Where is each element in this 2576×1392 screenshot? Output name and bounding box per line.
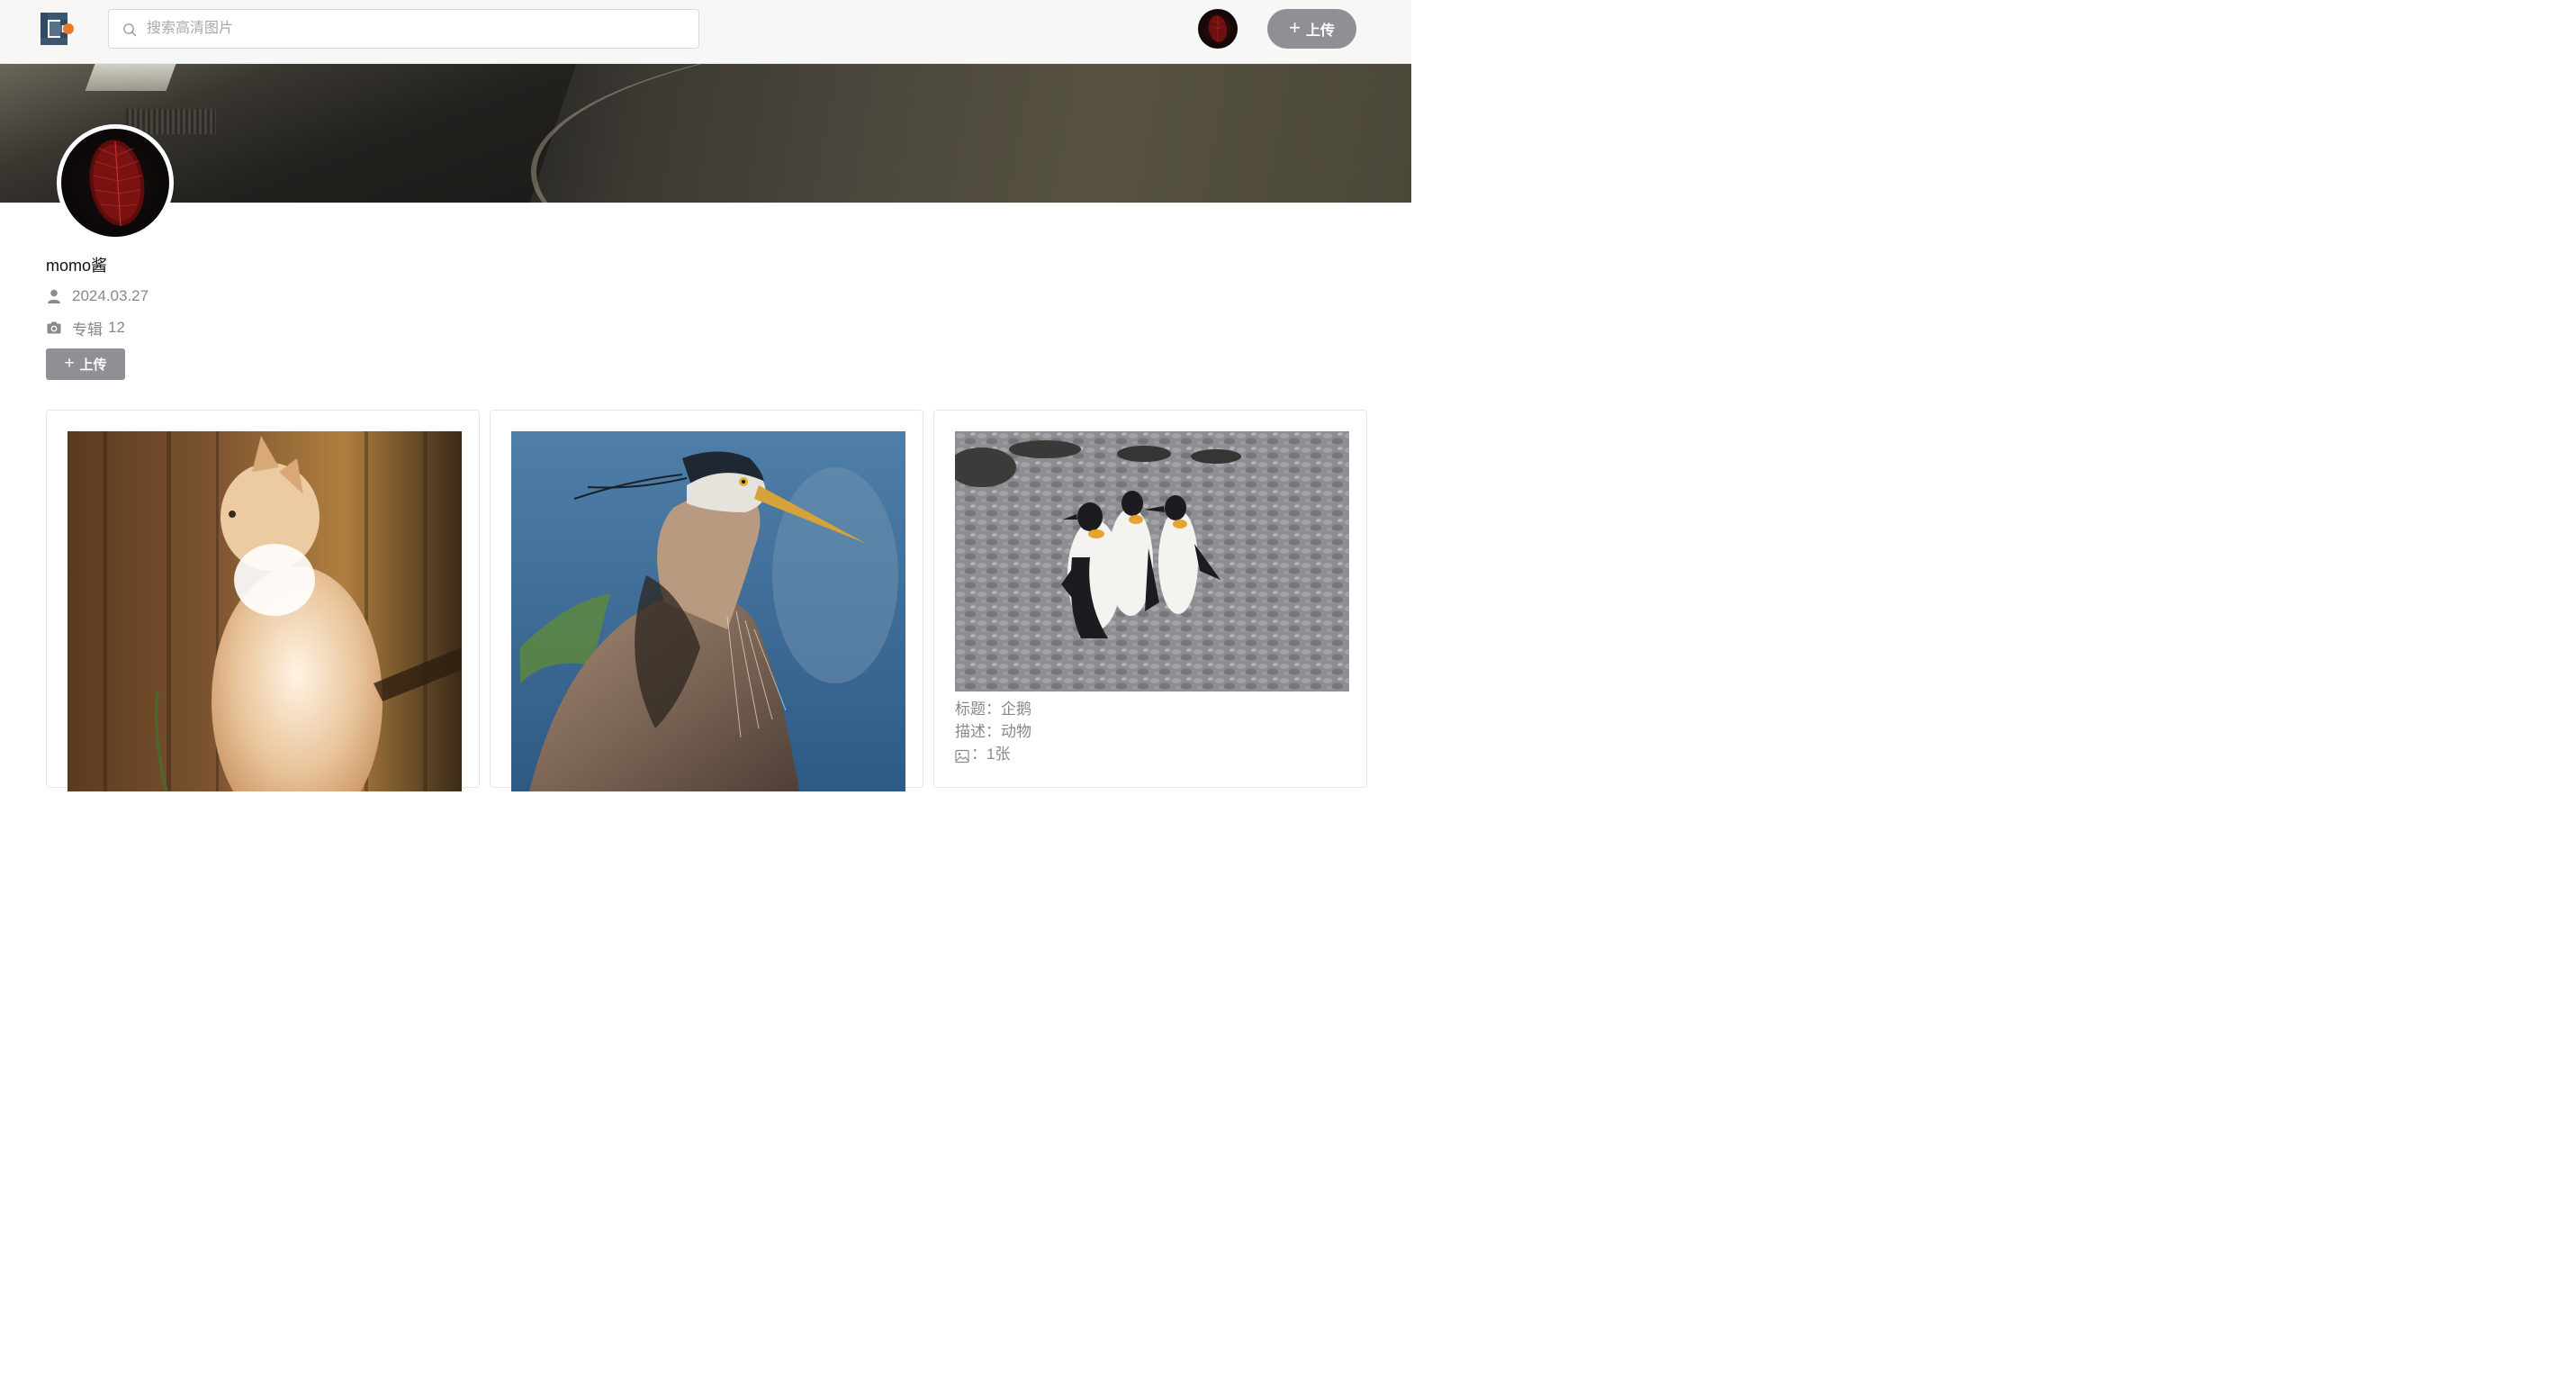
album-count-row: 专辑 12 [46, 317, 125, 339]
upload-button[interactable]: + 上传 [1267, 9, 1356, 49]
album-count-sep: ： [971, 746, 986, 763]
album-desc-label: 描述： [955, 723, 1001, 740]
banner-arch-shape [531, 64, 1411, 203]
album-card[interactable] [46, 410, 480, 791]
album-photo-count: 1张 [986, 746, 1011, 763]
album-title-label: 标题： [955, 701, 1001, 718]
camera-icon [46, 320, 62, 336]
album-card[interactable]: 标题： 企鹅 描述： 动物 ： 1张 [933, 410, 1367, 788]
album-info: 标题： 企鹅 描述： 动物 ： 1张 [955, 698, 1031, 765]
image-icon [955, 747, 969, 763]
banner-light-shape [85, 64, 176, 91]
plus-icon: + [64, 354, 75, 373]
logo-icon[interactable] [41, 13, 77, 45]
search-bar[interactable] [108, 9, 699, 49]
upload-button-label: 上传 [1305, 23, 1335, 39]
user-avatar[interactable] [1198, 9, 1238, 49]
album-cover-image-heron[interactable] [511, 431, 905, 791]
user-icon [46, 288, 62, 304]
album-cover-image-penguins[interactable] [955, 431, 1349, 691]
plus-icon: + [1289, 16, 1301, 39]
top-bar: + 上传 [0, 0, 1411, 64]
search-input[interactable] [145, 15, 685, 42]
profile-avatar[interactable] [57, 124, 174, 241]
album-cover-image-cat[interactable] [68, 431, 462, 791]
album-desc-line: 描述： 动物 [955, 720, 1031, 743]
album-title: 企鹅 [1001, 701, 1031, 718]
profile-username: momo酱 [46, 257, 108, 275]
profile-upload-label: 上传 [79, 357, 107, 373]
album-count-line: ： 1张 [955, 743, 1031, 765]
album-desc: 动物 [1001, 723, 1031, 740]
join-date-row: 2024.03.27 [46, 285, 149, 307]
search-icon [122, 23, 137, 37]
album-title-line: 标题： 企鹅 [955, 698, 1031, 720]
profile-avatar-image [61, 129, 169, 237]
profile-cover-banner [0, 64, 1411, 203]
join-date: 2024.03.27 [72, 287, 149, 304]
album-card[interactable] [490, 410, 923, 791]
album-count: 12 [108, 319, 125, 336]
album-label: 专辑 [72, 321, 103, 339]
profile-upload-button[interactable]: + 上传 [46, 348, 125, 380]
